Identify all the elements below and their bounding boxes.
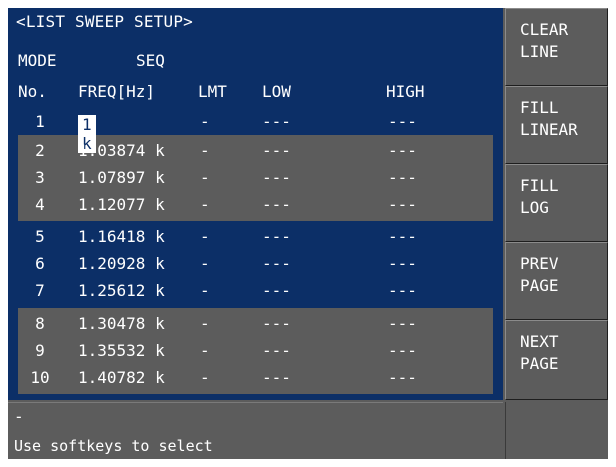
low-cell[interactable]: --- — [262, 368, 291, 387]
row-no: 3 — [35, 168, 45, 187]
status-bar: - Use softkeys to select — [8, 402, 503, 459]
softkey-label-line2: PAGE — [520, 276, 559, 295]
header-no: No. — [18, 82, 47, 101]
high-cell[interactable]: --- — [388, 195, 417, 214]
softkey-label-line2: LINEAR — [520, 120, 578, 139]
header-lmt: LMT — [198, 82, 227, 101]
low-cell[interactable]: --- — [262, 314, 291, 333]
header-freq: FREQ[Hz] — [78, 82, 156, 101]
high-cell[interactable]: --- — [388, 368, 417, 387]
row-no: 1 — [35, 112, 45, 131]
softkey-label-line1: NEXT — [520, 332, 559, 351]
next-page-softkey[interactable]: NEXT PAGE — [505, 320, 608, 400]
row-no: 4 — [35, 195, 45, 214]
low-cell[interactable]: --- — [262, 227, 291, 246]
softkey-label-line2: PAGE — [520, 354, 559, 373]
table-row[interactable]: 9 1.35532 k - --- --- — [18, 338, 493, 364]
table-row[interactable]: 4 1.12077 k - --- --- — [18, 192, 493, 218]
softkey-label-line1: FILL — [520, 176, 559, 195]
lmt-cell[interactable]: - — [200, 368, 210, 387]
softkey-label-line2: LOG — [520, 198, 549, 217]
high-cell[interactable]: --- — [388, 314, 417, 333]
low-cell[interactable]: --- — [262, 141, 291, 160]
high-cell[interactable]: --- — [388, 168, 417, 187]
high-cell[interactable]: --- — [388, 341, 417, 360]
freq-cell[interactable]: 1.30478 k — [78, 314, 165, 333]
row-no: 6 — [35, 254, 45, 273]
high-cell[interactable]: --- — [388, 281, 417, 300]
low-cell[interactable]: --- — [262, 341, 291, 360]
freq-cell[interactable]: 1.20928 k — [78, 254, 165, 273]
table-row[interactable]: 3 1.07897 k - --- --- — [18, 165, 493, 191]
lmt-cell[interactable]: - — [200, 112, 210, 131]
row-no: 10 — [30, 368, 50, 387]
prev-page-softkey[interactable]: PREV PAGE — [505, 242, 608, 320]
low-cell[interactable]: --- — [262, 168, 291, 187]
lmt-cell[interactable]: - — [200, 254, 210, 273]
freq-cell[interactable]: 1.35532 k — [78, 341, 165, 360]
status-side-panel — [505, 402, 608, 459]
table-row[interactable]: 1 1 k - --- --- — [18, 109, 493, 153]
mode-value[interactable]: SEQ — [136, 51, 165, 70]
high-cell[interactable]: --- — [388, 254, 417, 273]
freq-cell[interactable]: 1.40782 k — [78, 368, 165, 387]
low-cell[interactable]: --- — [262, 281, 291, 300]
clear-line-softkey[interactable]: CLEAR LINE — [505, 8, 608, 86]
instrument-screen: <LIST SWEEP SETUP> MODE SEQ No. FREQ[Hz]… — [8, 8, 608, 459]
freq-cell[interactable]: 1.03874 k — [78, 141, 165, 160]
row-no: 9 — [35, 341, 45, 360]
status-message: Use softkeys to select — [14, 437, 213, 455]
row-no: 7 — [35, 281, 45, 300]
table-row[interactable]: 10 1.40782 k - --- --- — [18, 365, 493, 391]
lmt-cell[interactable]: - — [200, 195, 210, 214]
freq-cell[interactable]: 1.07897 k — [78, 168, 165, 187]
lmt-cell[interactable]: - — [200, 314, 210, 333]
list-sweep-panel: <LIST SWEEP SETUP> MODE SEQ No. FREQ[Hz]… — [8, 8, 503, 400]
lmt-cell[interactable]: - — [200, 227, 210, 246]
mode-label: MODE — [18, 51, 57, 70]
softkey-label-line1: CLEAR — [520, 20, 569, 39]
high-cell[interactable]: --- — [388, 227, 417, 246]
softkey-label-line1: FILL — [520, 98, 559, 117]
freq-cell[interactable]: 1.12077 k — [78, 195, 165, 214]
table-row[interactable]: 6 1.20928 k - --- --- — [18, 251, 493, 277]
low-cell[interactable]: --- — [262, 112, 291, 131]
table-row[interactable]: 7 1.25612 k - --- --- — [18, 278, 493, 304]
freq-cell[interactable]: 1.25612 k — [78, 281, 165, 300]
lmt-cell[interactable]: - — [200, 141, 210, 160]
lmt-cell[interactable]: - — [200, 281, 210, 300]
lmt-cell[interactable]: - — [200, 168, 210, 187]
header-high: HIGH — [386, 82, 425, 101]
lmt-cell[interactable]: - — [200, 341, 210, 360]
softkey-panel: CLEAR LINE FILL LINEAR FILL LOG PREV PAG… — [505, 8, 608, 400]
row-no: 8 — [35, 314, 45, 333]
table-row[interactable]: 8 1.30478 k - --- --- — [18, 311, 493, 337]
fill-linear-softkey[interactable]: FILL LINEAR — [505, 86, 608, 164]
freq-cell[interactable]: 1.16418 k — [78, 227, 165, 246]
row-no: 5 — [35, 227, 45, 246]
table-row[interactable]: 2 1.03874 k - --- --- — [18, 138, 493, 164]
header-low: LOW — [262, 82, 291, 101]
low-cell[interactable]: --- — [262, 254, 291, 273]
high-cell[interactable]: --- — [388, 112, 417, 131]
page-title: <LIST SWEEP SETUP> — [16, 12, 193, 31]
table-row[interactable]: 5 1.16418 k - --- --- — [18, 224, 493, 250]
low-cell[interactable]: --- — [262, 195, 291, 214]
input-line: - — [14, 407, 24, 426]
row-no: 2 — [35, 141, 45, 160]
high-cell[interactable]: --- — [388, 141, 417, 160]
softkey-label-line2: LINE — [520, 42, 559, 61]
softkey-label-line1: PREV — [520, 254, 559, 273]
fill-log-softkey[interactable]: FILL LOG — [505, 164, 608, 242]
